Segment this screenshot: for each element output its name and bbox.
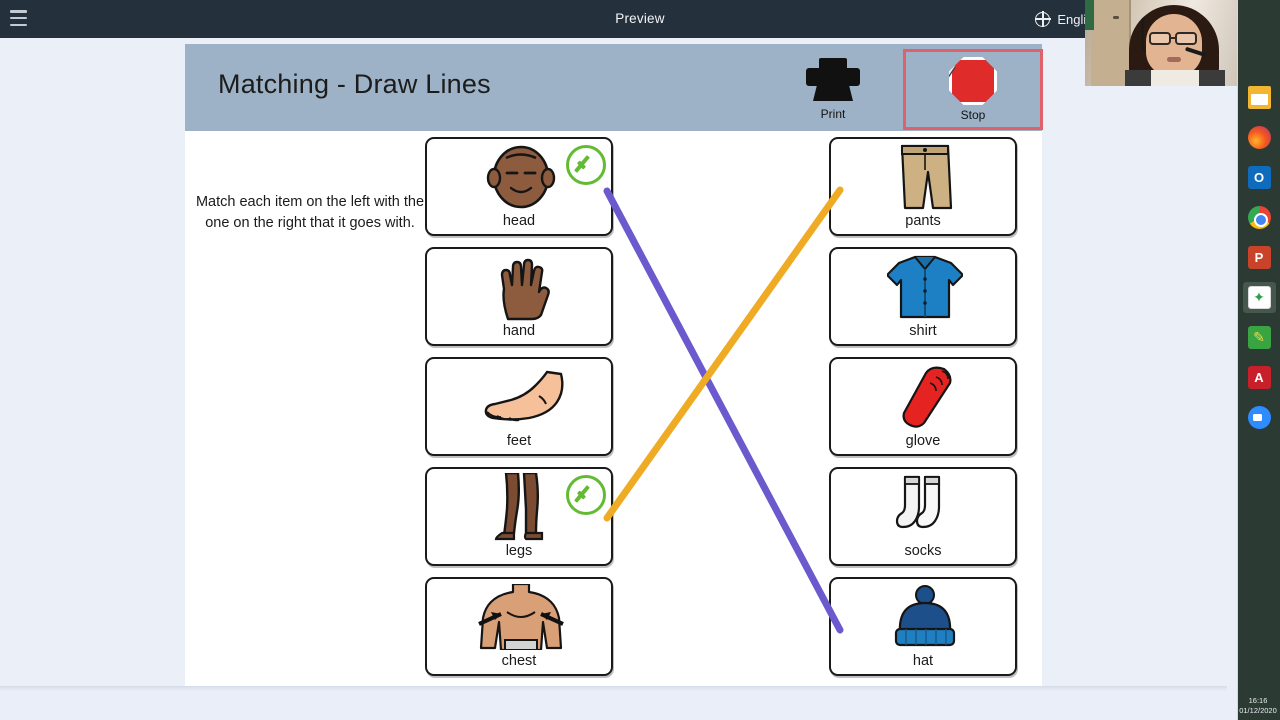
pants-illustration (831, 142, 1019, 212)
foot-illustration (427, 362, 615, 432)
match-card-label: shirt (909, 323, 937, 339)
match-card-head[interactable]: head (425, 137, 613, 236)
glove-illustration (831, 362, 1019, 432)
firefox-icon (1247, 126, 1271, 149)
match-card-label: hand (502, 323, 536, 339)
match-card-label: feet (506, 433, 532, 449)
connector-line-head-hat (603, 187, 844, 634)
pinned-app-icon (1247, 286, 1271, 309)
clock-date: 01/12/2020 (1239, 706, 1277, 715)
match-card-shirt[interactable]: shirt (829, 247, 1017, 346)
right-item-column: pants shirt glove socks hat (829, 137, 1017, 687)
zoom-icon (1247, 406, 1271, 429)
webcam-video-overlay[interactable] (1085, 0, 1237, 86)
correct-check-icon (566, 475, 606, 515)
match-card-label: socks (904, 543, 942, 559)
mouse-cursor (949, 66, 955, 78)
shirt-illustration (831, 252, 1019, 322)
hat-illustration (831, 582, 1019, 652)
match-card-label: legs (505, 543, 533, 559)
printer-icon (806, 58, 860, 104)
acrobat-icon (1247, 366, 1271, 389)
print-button[interactable]: Print (785, 54, 881, 124)
globe-icon (1034, 11, 1051, 27)
instructions-text: Match each item on the left with the one… (195, 194, 425, 231)
match-card-label: glove (905, 433, 941, 449)
chest-illustration (427, 582, 615, 652)
stop-activity-button[interactable]: Stop (903, 49, 1043, 130)
taskbar-pinned-app-icon[interactable] (1242, 282, 1276, 313)
match-card-label: pants (905, 213, 941, 229)
worksheet-panel: Matching - Draw Lines Print Stop Match e… (185, 44, 1043, 687)
taskbar-firefox-icon[interactable] (1243, 122, 1276, 153)
worksheet-header: Matching - Draw Lines Print Stop (185, 44, 1043, 131)
taskbar-chrome-icon[interactable] (1243, 202, 1276, 233)
taskbar-powerpoint-icon[interactable] (1243, 242, 1276, 273)
taskbar-green-app-icon[interactable] (1243, 322, 1276, 353)
green-app-icon (1247, 326, 1271, 349)
match-card-feet[interactable]: feet (425, 357, 613, 456)
taskbar-zoom-icon[interactable] (1243, 402, 1276, 433)
match-card-label: chest (501, 653, 537, 669)
correct-check-icon (566, 145, 606, 185)
outlook-icon (1247, 166, 1271, 189)
file-explorer-icon (1247, 86, 1271, 109)
stop-sign-icon (949, 57, 997, 105)
match-card-pants[interactable]: pants (829, 137, 1017, 236)
taskbar-file-explorer-icon[interactable] (1243, 82, 1276, 113)
connector-line-legs-pants (603, 186, 844, 522)
match-card-chest[interactable]: chest (425, 577, 613, 676)
socks-illustration (831, 472, 1019, 542)
match-card-hat[interactable]: hat (829, 577, 1017, 676)
worksheet-title: Matching - Draw Lines (218, 69, 491, 99)
stop-button-label: Stop (960, 108, 986, 122)
page-bottom-divider (0, 686, 1227, 691)
taskbar-clock[interactable]: 16:16 01/12/2020 (1238, 696, 1278, 716)
chrome-icon (1247, 206, 1271, 229)
taskbar-outlook-icon[interactable] (1243, 162, 1276, 193)
clock-time: 16:16 (1248, 696, 1268, 705)
print-button-label: Print (820, 107, 846, 121)
match-card-socks[interactable]: socks (829, 467, 1017, 566)
match-card-label: head (502, 213, 536, 229)
taskbar-acrobat-icon[interactable] (1243, 362, 1276, 393)
windows-taskbar: 16:16 01/12/2020 (1237, 0, 1280, 720)
match-card-label: hat (912, 653, 934, 669)
powerpoint-icon (1247, 246, 1271, 269)
match-card-hand[interactable]: hand (425, 247, 613, 346)
match-card-glove[interactable]: glove (829, 357, 1017, 456)
match-card-legs[interactable]: legs (425, 467, 613, 566)
hand-illustration (427, 252, 615, 322)
left-item-column: head hand feet legs chest (425, 137, 613, 687)
screen: Preview English Stop Matching - Draw Lin… (0, 0, 1280, 720)
